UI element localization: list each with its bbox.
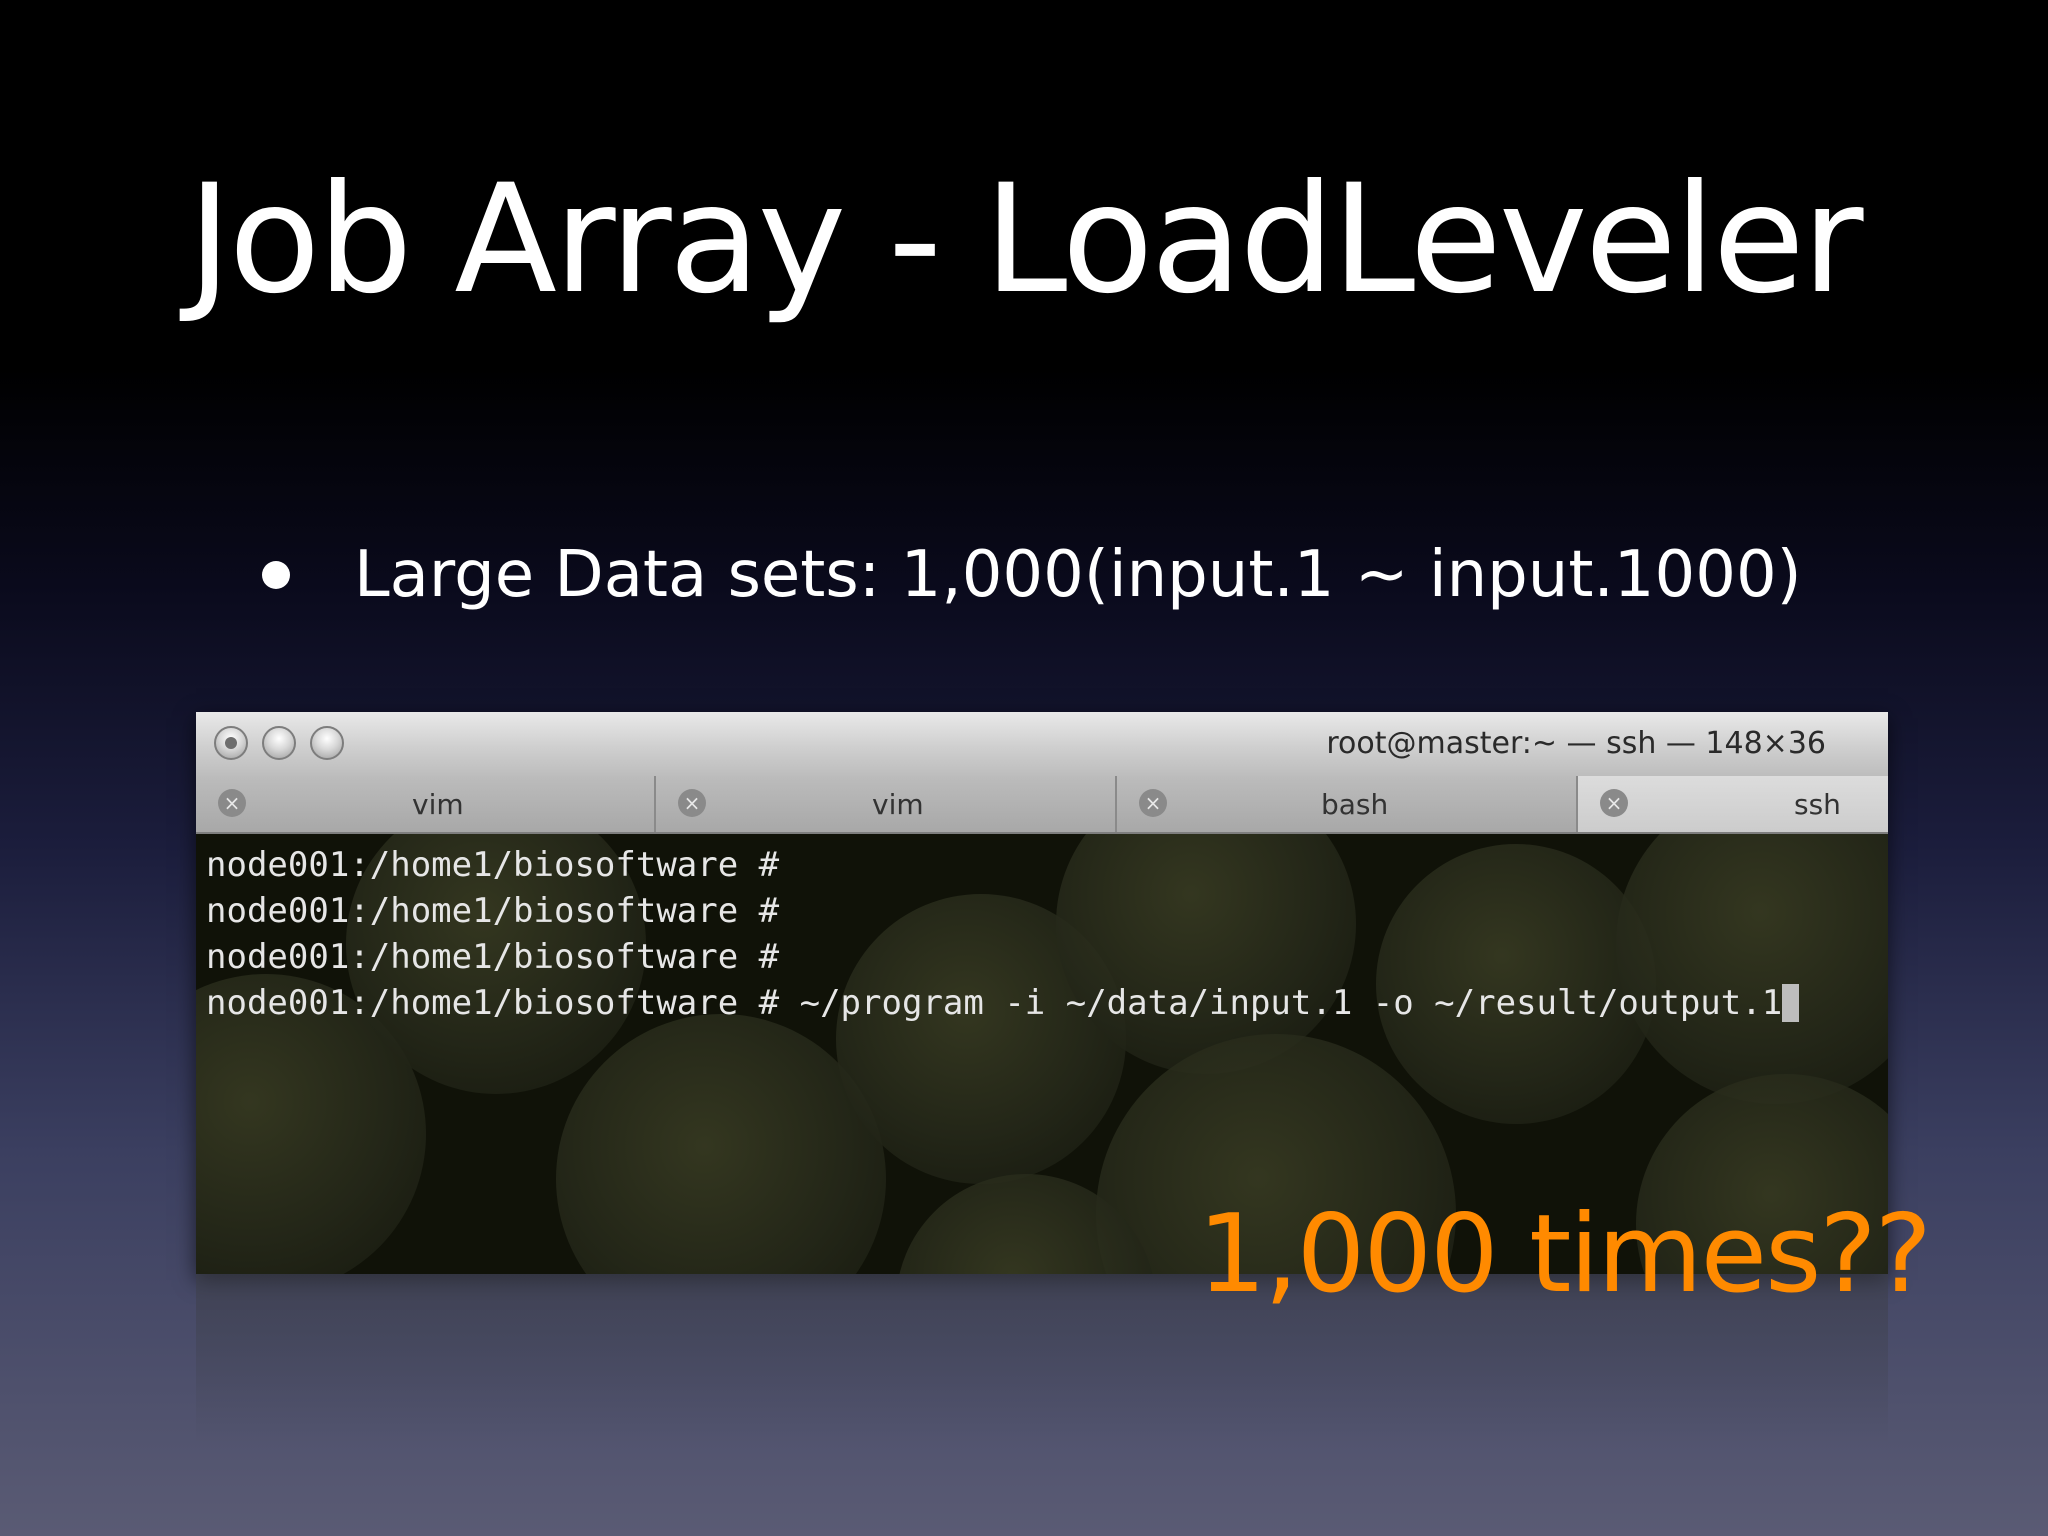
- tab-label: bash: [1321, 788, 1389, 821]
- tab-vim-2[interactable]: × vim: [656, 776, 1117, 832]
- terminal-command: node001:/home1/biosoftware # ~/program -…: [206, 983, 1783, 1023]
- close-window-button[interactable]: [214, 726, 248, 760]
- close-icon[interactable]: ×: [218, 789, 246, 817]
- terminal-line: node001:/home1/biosoftware #: [206, 937, 780, 977]
- bullet-dot-icon: [262, 561, 290, 589]
- terminal-input-line[interactable]: node001:/home1/biosoftware # ~/program -…: [206, 980, 1800, 1026]
- close-icon[interactable]: ×: [1139, 789, 1167, 817]
- close-icon[interactable]: ×: [1600, 789, 1628, 817]
- window-title: root@master:~ — ssh — 148×36: [1326, 726, 1826, 761]
- tab-label: vim: [412, 788, 464, 821]
- close-icon[interactable]: ×: [678, 789, 706, 817]
- tab-ssh[interactable]: × ssh: [1578, 776, 1888, 832]
- terminal-line: node001:/home1/biosoftware #: [206, 891, 780, 931]
- text-cursor: [1782, 984, 1800, 1022]
- tab-bar: × vim × vim × bash × ssh: [196, 776, 1888, 834]
- tab-label: ssh: [1794, 788, 1841, 821]
- callout-text: 1,000 times??: [1197, 1192, 1932, 1317]
- bullet-text: Large Data sets: 1,000(input.1 ~ input.1…: [354, 538, 1802, 612]
- tab-vim-1[interactable]: × vim: [196, 776, 656, 832]
- zoom-window-button[interactable]: [310, 726, 344, 760]
- slide-title: Job Array - LoadLeveler: [187, 153, 1863, 327]
- terminal-output: node001:/home1/biosoftware # node001:/ho…: [206, 842, 1800, 1026]
- bullet-item: Large Data sets: 1,000(input.1 ~ input.1…: [262, 530, 1802, 620]
- tab-bash[interactable]: × bash: [1117, 776, 1578, 832]
- tab-label: vim: [872, 788, 924, 821]
- terminal-title-bar[interactable]: root@master:~ — ssh — 148×36: [196, 712, 1888, 777]
- minimize-window-button[interactable]: [262, 726, 296, 760]
- terminal-line: node001:/home1/biosoftware #: [206, 845, 780, 885]
